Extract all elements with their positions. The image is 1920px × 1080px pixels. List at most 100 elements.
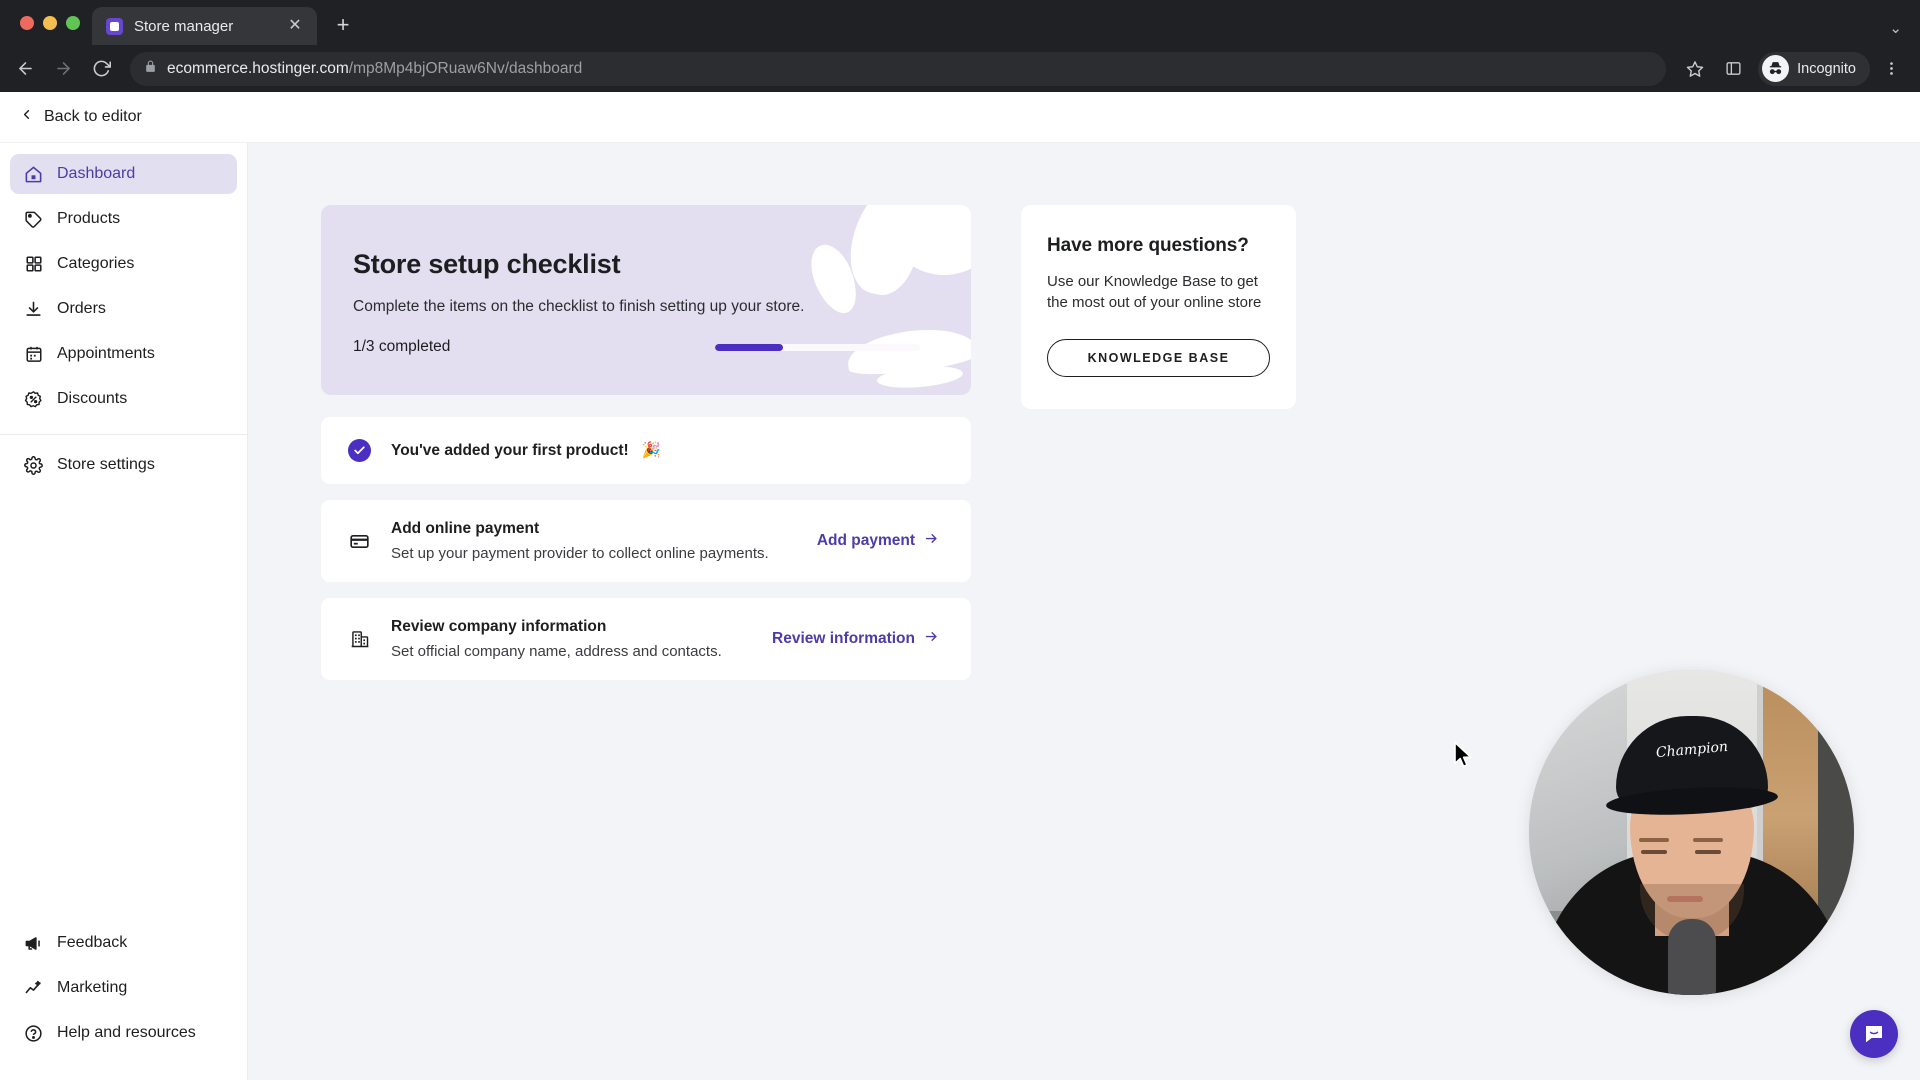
chat-bubble-icon[interactable] xyxy=(1850,1010,1898,1058)
check-circle-icon xyxy=(348,439,371,462)
minimize-window-button[interactable] xyxy=(43,15,57,30)
download-icon xyxy=(23,299,44,320)
add-payment-link[interactable]: Add payment xyxy=(817,531,939,551)
app-body: Dashboard Products Categories Orders App… xyxy=(0,143,1920,1080)
progress-bar-fill xyxy=(715,343,784,351)
calendar-icon xyxy=(23,344,44,365)
chevron-down-icon[interactable]: ⌄ xyxy=(1889,21,1902,36)
checklist-items: You've added your first product! 🎉 Add o… xyxy=(321,417,971,680)
sidebar-item-label: Categories xyxy=(57,255,135,272)
progress-bar xyxy=(715,343,921,351)
back-arrow-icon[interactable] xyxy=(8,52,42,86)
back-to-editor-label: Back to editor xyxy=(44,108,142,125)
question-circle-icon xyxy=(23,1023,44,1044)
sidebar-item-discounts[interactable]: Discounts xyxy=(10,379,237,419)
discount-badge-icon xyxy=(23,389,44,410)
sidebar-item-label: Appointments xyxy=(57,345,155,362)
checklist-item-text: Add online payment Set up your payment p… xyxy=(391,520,797,562)
page-title: Store setup checklist xyxy=(353,249,621,279)
dashboard-columns: Store setup checklist Complete the items… xyxy=(248,205,1920,680)
forward-arrow-icon[interactable] xyxy=(46,52,80,86)
address-bar[interactable]: ecommerce.hostinger.com/mp8Mp4bjORuaw6Nv… xyxy=(130,51,1667,86)
sidebar-item-orders[interactable]: Orders xyxy=(10,289,237,329)
toolbar-actions: Incognito xyxy=(1678,51,1908,86)
webcam-overlay: Champion xyxy=(1529,670,1854,995)
chevron-left-icon xyxy=(19,107,34,127)
sidebar-primary-group: Dashboard Products Categories Orders App… xyxy=(0,154,247,424)
arrow-right-icon xyxy=(924,629,939,649)
questions-card-body: Use our Knowledge Base to get the most o… xyxy=(1047,273,1262,312)
back-to-editor-link[interactable]: Back to editor xyxy=(19,107,142,127)
knowledge-base-button[interactable]: KNOWLEDGE BASE xyxy=(1047,338,1270,377)
hostinger-logo-icon xyxy=(106,17,123,35)
window-traffic-lights xyxy=(12,0,92,45)
sidebar-settings-group: Store settings xyxy=(0,445,247,490)
sidebar-item-feedback[interactable]: Feedback xyxy=(10,923,237,963)
tab-strip: Store manager ✕ + ⌄ xyxy=(0,0,1920,45)
sidebar-item-products[interactable]: Products xyxy=(10,199,237,239)
sidebar-item-appointments[interactable]: Appointments xyxy=(10,334,237,374)
close-icon[interactable]: ✕ xyxy=(284,15,306,37)
questions-card-title: Have more questions? xyxy=(1047,235,1249,256)
checklist-item-title: You've added your first product! 🎉 xyxy=(391,441,943,460)
url-host: ecommerce.hostinger.com xyxy=(167,59,349,77)
checklist-item-first-product: You've added your first product! 🎉 xyxy=(321,417,971,484)
checklist-progress-row: 1/3 completed xyxy=(353,338,935,356)
maximize-window-button[interactable] xyxy=(66,15,80,30)
app-topbar: Back to editor xyxy=(0,92,1920,143)
new-tab-button[interactable]: + xyxy=(327,10,359,42)
sidebar-item-label: Feedback xyxy=(57,934,128,951)
credit-card-icon xyxy=(348,530,371,553)
browser-chrome: Store manager ✕ + ⌄ ecommerce.hostinger.… xyxy=(0,0,1920,92)
building-icon xyxy=(348,628,371,651)
mouse-cursor xyxy=(1453,741,1475,771)
lock-icon xyxy=(144,60,157,78)
side-panel-icon[interactable] xyxy=(1716,52,1750,86)
profile-incognito-button[interactable]: Incognito xyxy=(1758,51,1870,86)
checklist-item-title: Add online payment xyxy=(391,520,540,537)
megaphone-icon xyxy=(23,933,44,954)
close-window-button[interactable] xyxy=(20,15,34,30)
sidebar-item-label: Store settings xyxy=(57,456,155,473)
profile-label: Incognito xyxy=(1797,60,1856,77)
main-content: Store setup checklist Complete the items… xyxy=(248,143,1920,1080)
trending-up-icon xyxy=(23,978,44,999)
sidebar: Dashboard Products Categories Orders App… xyxy=(0,143,248,1080)
arrow-right-icon xyxy=(924,531,939,551)
star-icon[interactable] xyxy=(1678,52,1712,86)
sidebar-item-dashboard[interactable]: Dashboard xyxy=(10,154,237,194)
sidebar-item-help-and-resources[interactable]: Help and resources xyxy=(10,1013,237,1053)
gear-icon xyxy=(23,455,44,476)
checklist-item-add-online-payment: Add online payment Set up your payment p… xyxy=(321,500,971,582)
sidebar-item-categories[interactable]: Categories xyxy=(10,244,237,284)
tag-icon xyxy=(23,209,44,230)
sidebar-item-marketing[interactable]: Marketing xyxy=(10,968,237,1008)
sidebar-bottom-group: Feedback Marketing Help and resources xyxy=(0,923,247,1080)
party-popper-icon: 🎉 xyxy=(641,442,661,459)
grid-icon xyxy=(23,254,44,275)
browser-tab[interactable]: Store manager ✕ xyxy=(92,7,317,45)
incognito-icon xyxy=(1762,55,1790,82)
sidebar-item-label: Orders xyxy=(57,300,106,317)
webcam-person-brow-left xyxy=(1639,838,1669,842)
browser-toolbar: ecommerce.hostinger.com/mp8Mp4bjORuaw6Nv… xyxy=(0,45,1920,92)
kebab-menu-icon[interactable] xyxy=(1874,52,1908,86)
review-information-label: Review information xyxy=(772,630,915,647)
reload-icon[interactable] xyxy=(84,52,118,86)
sidebar-item-label: Dashboard xyxy=(57,165,136,182)
review-information-link[interactable]: Review information xyxy=(772,629,939,649)
store-setup-checklist-card: Store setup checklist Complete the items… xyxy=(321,205,971,395)
url-path: /mp8Mp4bjORuaw6Nv/dashboard xyxy=(348,59,583,77)
webcam-person-mouth xyxy=(1667,896,1703,902)
webcam-person-brow-right xyxy=(1693,838,1723,842)
checklist-item-review-company-information: Review company information Set official … xyxy=(321,598,971,680)
sidebar-item-store-settings[interactable]: Store settings xyxy=(10,445,237,485)
checklist-item-text: You've added your first product! 🎉 xyxy=(391,441,943,460)
sidebar-item-label: Products xyxy=(57,210,121,227)
checklist-item-title: Review company information xyxy=(391,618,607,635)
webcam-person-eye-left xyxy=(1641,850,1667,854)
sidebar-item-label: Help and resources xyxy=(57,1024,196,1041)
checklist-item-description: Set official company name, address and c… xyxy=(391,643,722,660)
checklist-item-description: Set up your payment provider to collect … xyxy=(391,545,769,562)
home-icon xyxy=(23,164,44,185)
